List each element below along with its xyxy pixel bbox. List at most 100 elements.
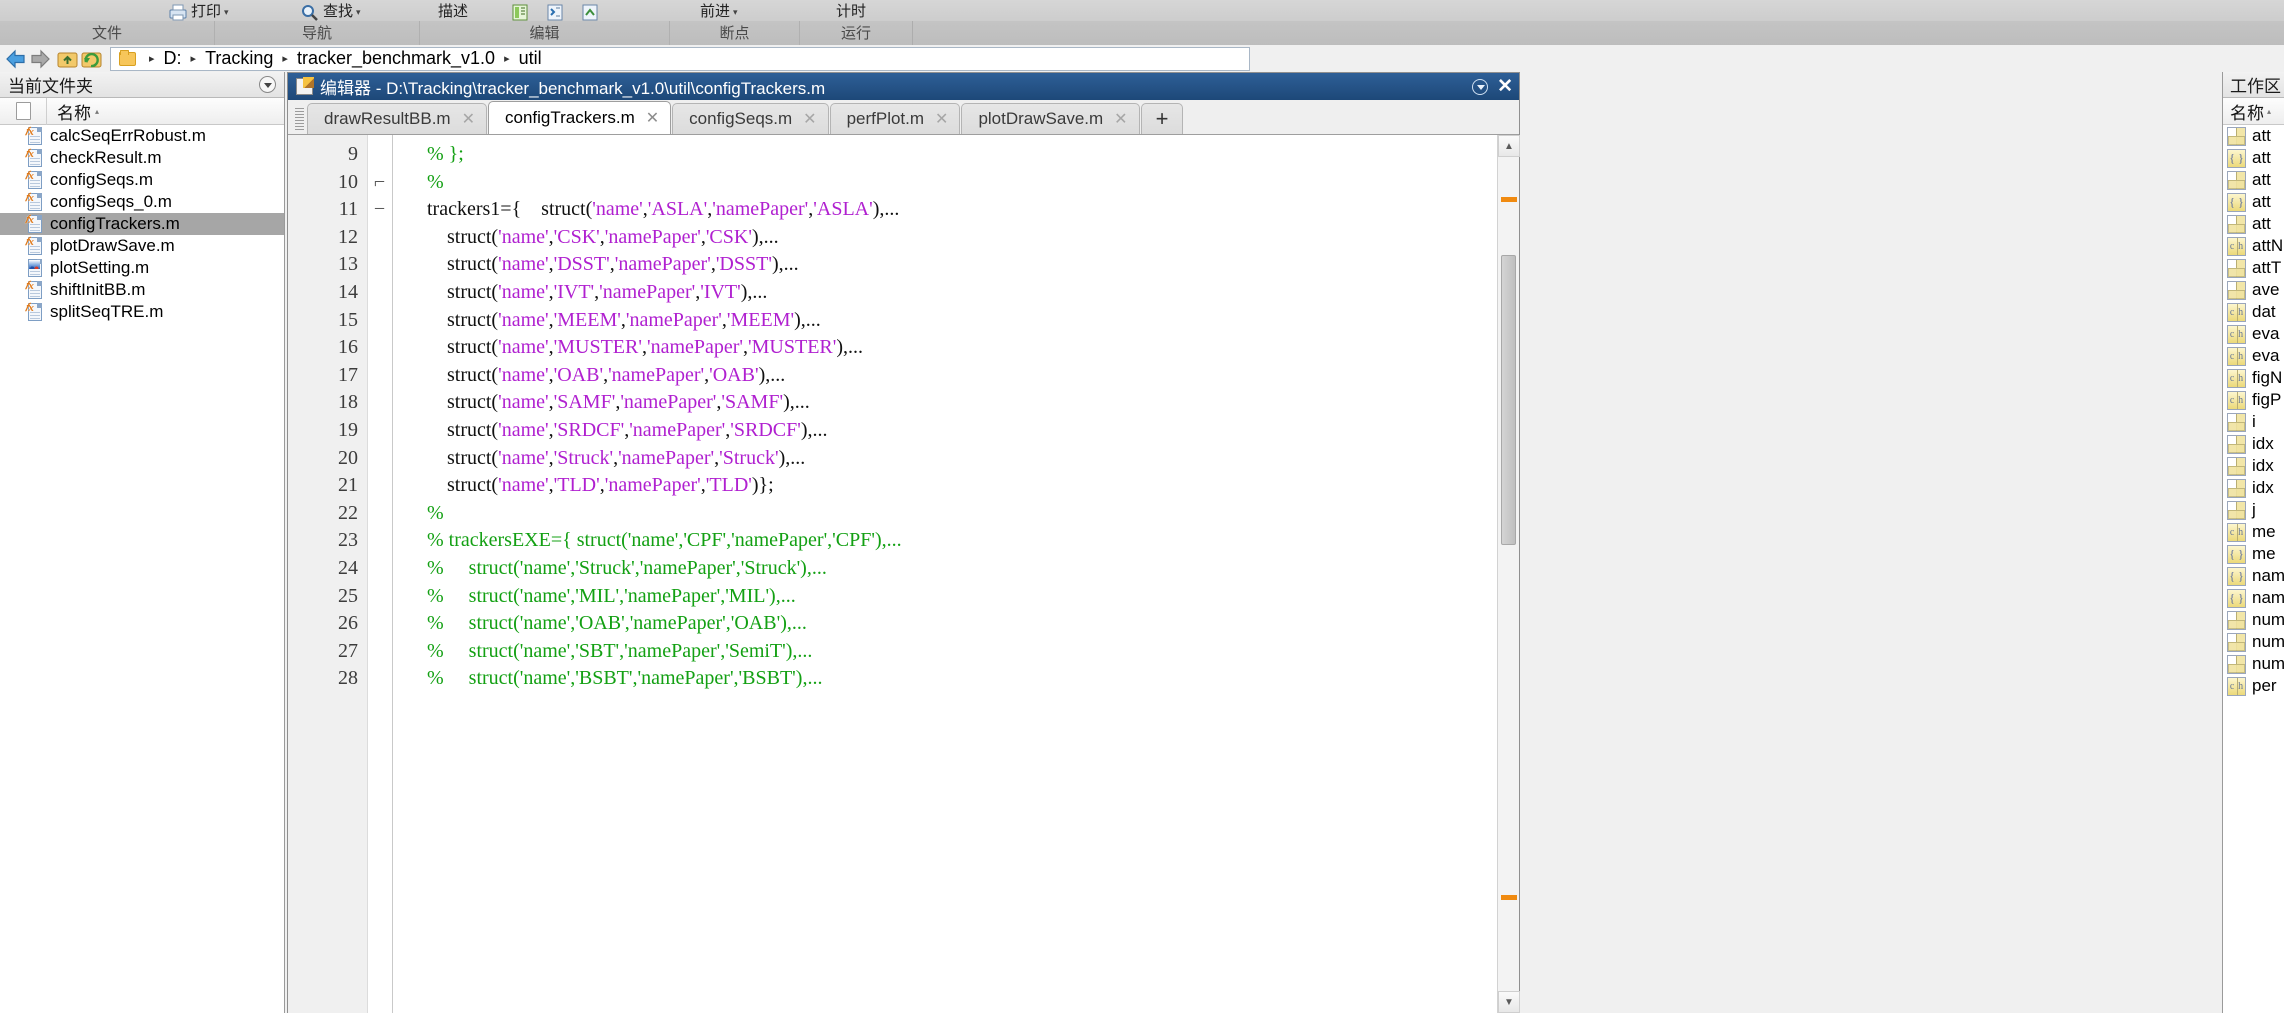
workspace-variable-row[interactable]: ave bbox=[2223, 279, 2284, 301]
line-number[interactable]: 18 bbox=[288, 389, 367, 417]
code-fold-marker[interactable] bbox=[368, 334, 391, 362]
workspace-variable-row[interactable]: c h figP bbox=[2223, 389, 2284, 411]
ribbon-recent-button[interactable]: 描述 bbox=[438, 0, 468, 21]
workspace-variable-row[interactable]: att bbox=[2223, 125, 2284, 147]
breadcrumb-item-tracking[interactable]: Tracking bbox=[205, 48, 273, 69]
code-line[interactable]: struct('name','CSK','namePaper','CSK'),.… bbox=[393, 224, 1519, 252]
file-list-item[interactable]: 𝑓x configSeqs_0.m bbox=[0, 191, 284, 213]
code-fold-marker[interactable]: ⌐ bbox=[368, 169, 391, 197]
line-number[interactable]: 12 bbox=[288, 224, 367, 252]
line-number[interactable]: 23 bbox=[288, 527, 367, 555]
code-fold-marker[interactable] bbox=[368, 610, 391, 638]
workspace-column-header[interactable]: 名称 ▴ bbox=[2223, 98, 2284, 125]
code-area[interactable]: % }; % trackers1={ struct('name','ASLA',… bbox=[392, 135, 1519, 1013]
file-list-item[interactable]: 𝑓x configSeqs.m bbox=[0, 169, 284, 191]
chevron-down-icon[interactable]: ▾ bbox=[356, 4, 361, 21]
line-number[interactable]: 20 bbox=[288, 445, 367, 473]
chevron-down-icon[interactable]: ▾ bbox=[733, 4, 738, 21]
line-number[interactable]: 25 bbox=[288, 583, 367, 611]
code-fold-marker[interactable]: − bbox=[368, 196, 391, 224]
file-name-column-header[interactable]: 名称 ▴ bbox=[47, 99, 99, 124]
code-line[interactable]: % struct('name','BSBT','namePaper','BSBT… bbox=[393, 665, 1519, 693]
breadcrumb-item-drive[interactable]: D: bbox=[164, 48, 182, 69]
code-line[interactable]: % struct('name','MIL','namePaper','MIL')… bbox=[393, 583, 1519, 611]
workspace-variable-row[interactable]: num bbox=[2223, 653, 2284, 675]
back-button[interactable] bbox=[4, 47, 28, 71]
editor-tab[interactable]: configTrackers.m ✕ bbox=[488, 101, 672, 134]
editor-vertical-scrollbar[interactable]: ▲ ▼ bbox=[1497, 135, 1520, 1013]
forward-button[interactable] bbox=[28, 47, 52, 71]
editor-tab[interactable]: plotDrawSave.m ✕ bbox=[961, 103, 1140, 134]
workspace-variable-row[interactable]: att bbox=[2223, 169, 2284, 191]
scroll-up-arrow-icon[interactable]: ▲ bbox=[1498, 135, 1520, 157]
code-line[interactable]: trackers1={ struct('name','ASLA','namePa… bbox=[393, 196, 1519, 224]
workspace-variable-row[interactable]: { } att bbox=[2223, 191, 2284, 213]
code-line[interactable]: struct('name','IVT','namePaper','IVT'),.… bbox=[393, 279, 1519, 307]
line-number[interactable]: 26 bbox=[288, 610, 367, 638]
workspace-variable-row[interactable]: idx bbox=[2223, 455, 2284, 477]
workspace-variable-row[interactable]: idx bbox=[2223, 477, 2284, 499]
code-line[interactable]: % struct('name','SBT','namePaper','SemiT… bbox=[393, 638, 1519, 666]
editor-tab[interactable]: drawResultBB.m ✕ bbox=[307, 103, 488, 134]
workspace-variable-row[interactable]: c h figN bbox=[2223, 367, 2284, 389]
file-list-item[interactable]: 𝑓x calcSeqErrRobust.m bbox=[0, 125, 284, 147]
ribbon-comment-button[interactable] bbox=[510, 4, 530, 21]
code-line[interactable]: struct('name','TLD','namePaper','TLD')}; bbox=[393, 472, 1519, 500]
code-line[interactable]: struct('name','Struck','namePaper','Stru… bbox=[393, 445, 1519, 473]
workspace-variable-row[interactable]: { } me bbox=[2223, 543, 2284, 565]
ribbon-indent-button[interactable] bbox=[545, 4, 565, 21]
workspace-variable-row[interactable]: c h dat bbox=[2223, 301, 2284, 323]
code-line[interactable]: % bbox=[393, 500, 1519, 528]
tab-close-icon[interactable]: ✕ bbox=[462, 109, 475, 129]
code-fold-column[interactable]: ⌐ − bbox=[368, 135, 392, 1013]
code-fold-marker[interactable] bbox=[368, 472, 391, 500]
code-fold-marker[interactable] bbox=[368, 224, 391, 252]
panel-options-icon[interactable] bbox=[259, 76, 276, 93]
code-fold-marker[interactable] bbox=[368, 583, 391, 611]
breadcrumb-item-util[interactable]: util bbox=[519, 48, 542, 69]
go-up-button[interactable] bbox=[56, 47, 80, 71]
line-number[interactable]: 22 bbox=[288, 500, 367, 528]
line-number[interactable]: 24 bbox=[288, 555, 367, 583]
workspace-variable-row[interactable]: num bbox=[2223, 609, 2284, 631]
close-icon[interactable]: ✕ bbox=[1497, 77, 1513, 96]
workspace-variable-row[interactable]: c h me bbox=[2223, 521, 2284, 543]
line-number[interactable]: 10 bbox=[288, 169, 367, 197]
file-list-item[interactable]: 𝑓x plotDrawSave.m bbox=[0, 235, 284, 257]
line-number[interactable]: 9 bbox=[288, 141, 367, 169]
code-line[interactable]: % struct('name','Struck','namePaper','St… bbox=[393, 555, 1519, 583]
file-list-item[interactable]: 𝑓x shiftInitBB.m bbox=[0, 279, 284, 301]
line-number[interactable]: 15 bbox=[288, 307, 367, 335]
code-fold-marker[interactable] bbox=[368, 389, 391, 417]
editor-tab[interactable]: configSeqs.m ✕ bbox=[672, 103, 829, 134]
workspace-variable-row[interactable]: c h attN bbox=[2223, 235, 2284, 257]
workspace-variable-row[interactable]: c h eva bbox=[2223, 323, 2284, 345]
workspace-variable-row[interactable]: c h per bbox=[2223, 675, 2284, 697]
code-line[interactable]: % }; bbox=[393, 141, 1519, 169]
ribbon-smart-indent-button[interactable] bbox=[580, 4, 600, 21]
line-number[interactable]: 13 bbox=[288, 251, 367, 279]
code-fold-marker[interactable] bbox=[368, 417, 391, 445]
refresh-button[interactable] bbox=[80, 47, 104, 71]
code-line[interactable]: struct('name','SRDCF','namePaper','SRDCF… bbox=[393, 417, 1519, 445]
tab-close-icon[interactable]: ✕ bbox=[646, 108, 659, 128]
ribbon-step-button[interactable]: 前进 ▾ bbox=[700, 0, 738, 21]
tab-close-icon[interactable]: ✕ bbox=[935, 109, 948, 129]
file-list-item[interactable]: 𝑓x splitSeqTRE.m bbox=[0, 301, 284, 323]
file-list-item[interactable]: 𝑓x checkResult.m bbox=[0, 147, 284, 169]
chevron-down-icon[interactable]: ▾ bbox=[224, 4, 229, 21]
code-fold-marker[interactable] bbox=[368, 638, 391, 666]
ribbon-print-button[interactable]: 打印 ▾ bbox=[168, 0, 229, 21]
code-fold-marker[interactable] bbox=[368, 279, 391, 307]
tab-close-icon[interactable]: ✕ bbox=[803, 109, 816, 129]
code-fold-marker[interactable] bbox=[368, 527, 391, 555]
code-fold-marker[interactable] bbox=[368, 307, 391, 335]
line-number[interactable]: 11 bbox=[288, 196, 367, 224]
breadcrumb-item-benchmark[interactable]: tracker_benchmark_v1.0 bbox=[297, 48, 495, 69]
line-number[interactable]: 28 bbox=[288, 665, 367, 693]
tab-close-icon[interactable]: ✕ bbox=[1114, 109, 1127, 129]
breadcrumb[interactable]: ▸ D: ▸ Tracking ▸ tracker_benchmark_v1.0… bbox=[110, 46, 1250, 71]
code-line[interactable]: % bbox=[393, 169, 1519, 197]
code-line[interactable]: struct('name','MEEM','namePaper','MEEM')… bbox=[393, 307, 1519, 335]
workspace-variable-row[interactable]: attT bbox=[2223, 257, 2284, 279]
